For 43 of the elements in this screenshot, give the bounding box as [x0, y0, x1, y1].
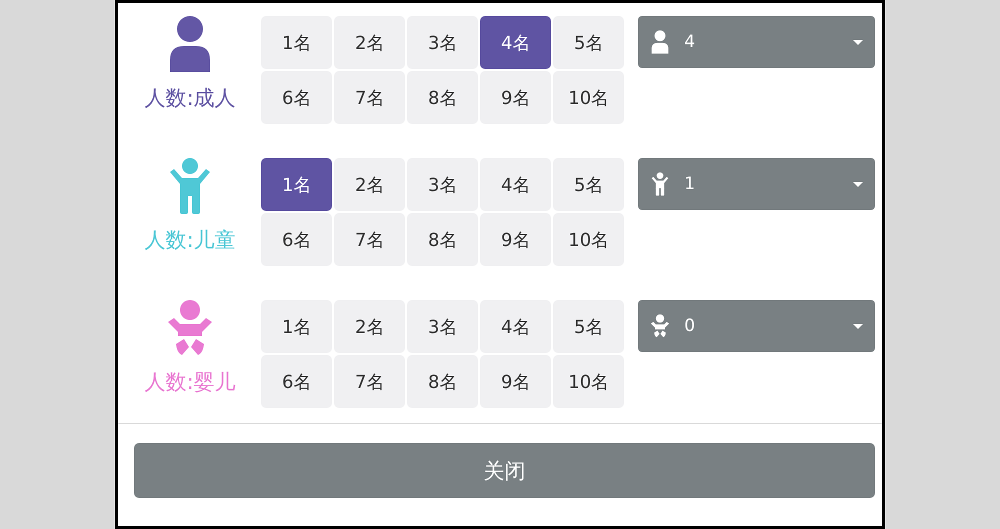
count-button[interactable]: 3名 [407, 16, 478, 69]
count-button[interactable]: 5名 [553, 16, 624, 69]
count-button[interactable]: 5名 [553, 158, 624, 211]
count-button[interactable]: 9名 [480, 213, 552, 266]
group-label: 人数:婴儿 [144, 369, 236, 396]
group-label: 人数:成人 [144, 85, 236, 112]
count-button[interactable]: 2名 [334, 16, 406, 69]
count-button[interactable]: 3名 [407, 300, 478, 353]
count-button[interactable]: 2名 [334, 158, 406, 211]
caret-icon [853, 40, 863, 44]
count-button[interactable]: 5名 [553, 300, 624, 353]
count-button[interactable]: 4名 [480, 158, 552, 211]
count-select[interactable]: 4 [638, 16, 875, 68]
caret-icon [853, 324, 863, 328]
person-icon [650, 30, 670, 54]
count-button[interactable]: 6名 [261, 71, 332, 124]
count-button[interactable]: 1名 [261, 158, 332, 211]
count-button[interactable]: 10名 [553, 213, 624, 266]
count-button[interactable]: 7名 [334, 71, 406, 124]
count-button[interactable]: 7名 [334, 213, 406, 266]
count-button[interactable]: 10名 [553, 71, 624, 124]
count-button[interactable]: 4名 [480, 300, 552, 353]
count-button[interactable]: 8名 [407, 71, 478, 124]
count-button[interactable]: 4名 [480, 16, 552, 69]
child-icon [650, 172, 670, 196]
count-select[interactable]: 0 [638, 300, 875, 352]
count-button[interactable]: 7名 [334, 355, 406, 408]
close-button[interactable]: 关闭 [134, 443, 875, 498]
count-button[interactable]: 8名 [407, 213, 478, 266]
count-button[interactable]: 8名 [407, 355, 478, 408]
group-label: 人数:儿童 [144, 227, 236, 254]
count-select[interactable]: 1 [638, 158, 875, 210]
count-button[interactable]: 10名 [553, 355, 624, 408]
count-button[interactable]: 2名 [334, 300, 406, 353]
count-button[interactable]: 6名 [261, 213, 332, 266]
count-button[interactable]: 1名 [261, 300, 332, 353]
count-button[interactable]: 1名 [261, 16, 332, 69]
count-button[interactable]: 9名 [480, 71, 552, 124]
count-button[interactable]: 3名 [407, 158, 478, 211]
count-button[interactable]: 6名 [261, 355, 332, 408]
count-button[interactable]: 9名 [480, 355, 552, 408]
baby-icon [650, 314, 670, 338]
caret-icon [853, 182, 863, 186]
